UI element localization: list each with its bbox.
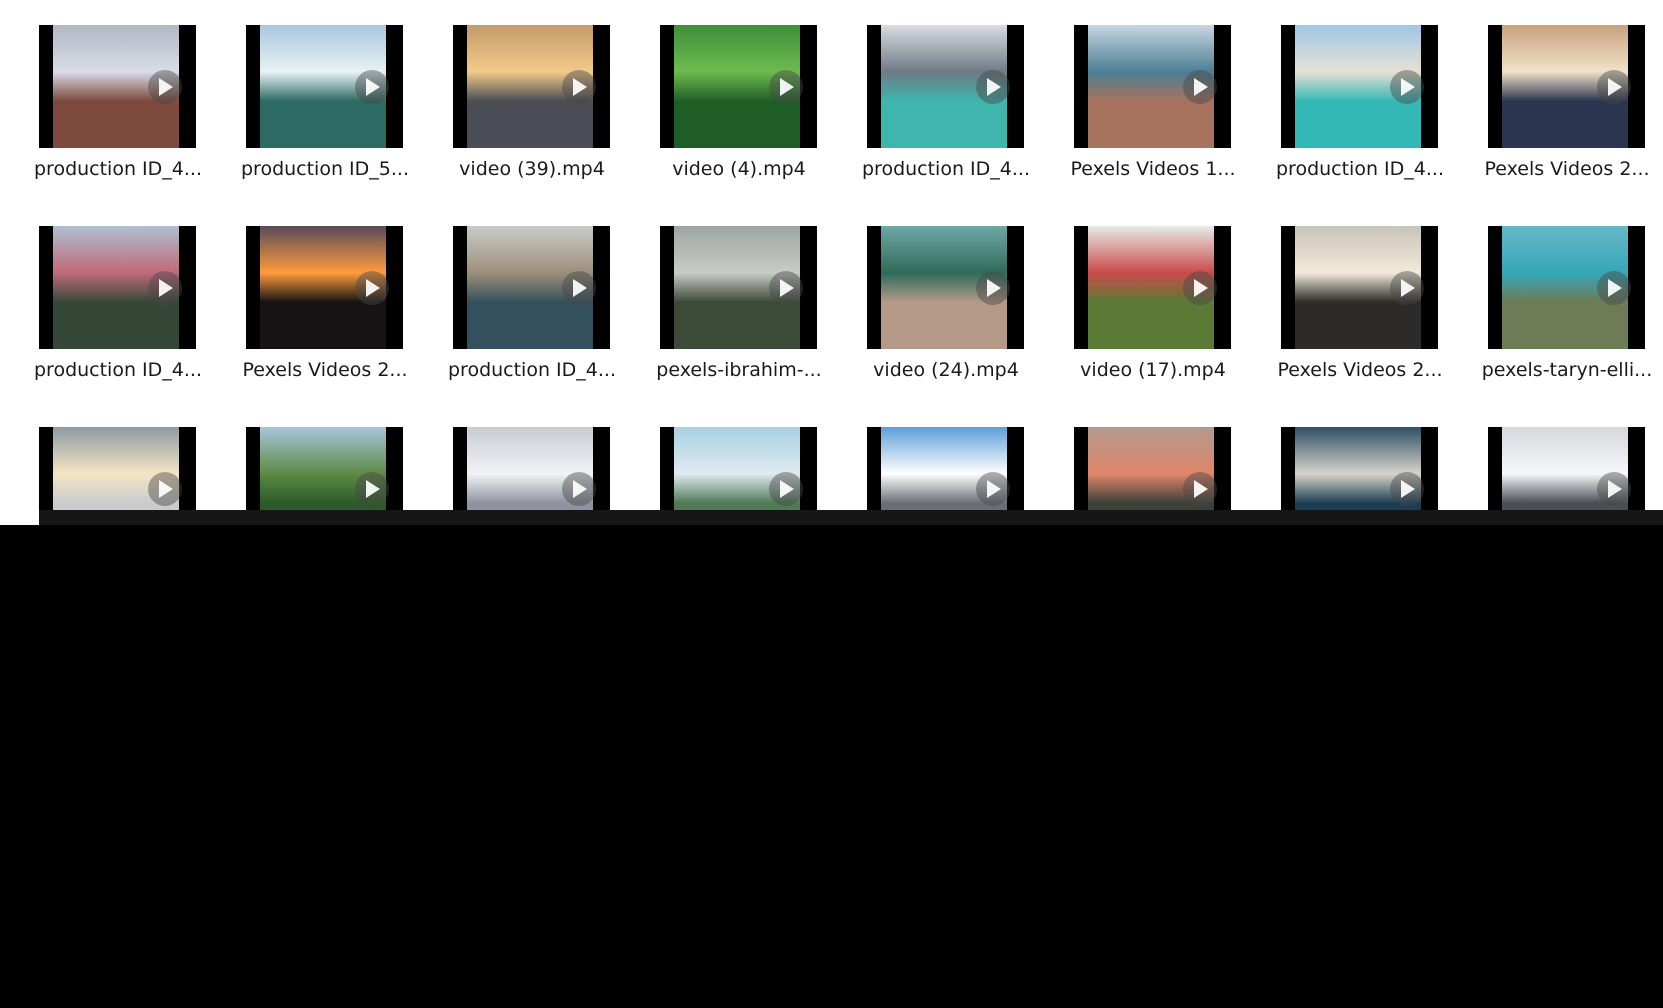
file-name-label: production ID_4... — [447, 359, 616, 381]
thumbnail-grid: production ID_4... production ID_5... vide… — [0, 0, 1663, 525]
video-thumbnail[interactable] — [660, 25, 817, 148]
file-name-label: production ID_5... — [240, 158, 409, 180]
file-tile[interactable] — [207, 402, 414, 525]
file-tile[interactable] — [0, 402, 207, 525]
play-icon — [769, 471, 803, 506]
play-icon — [148, 270, 182, 305]
file-name-label: Pexels Videos 2... — [1277, 359, 1443, 381]
file-tile[interactable] — [1035, 402, 1242, 525]
file-tile[interactable]: video (17).mp4 — [1035, 201, 1242, 391]
play-icon — [769, 270, 803, 305]
file-tile[interactable]: Pexels Videos 1... — [1035, 0, 1242, 190]
file-tile[interactable]: production ID_4... — [1242, 0, 1449, 190]
file-name-label: Pexels Videos 2... — [1484, 158, 1650, 180]
play-icon — [976, 471, 1010, 506]
file-name-label: Pexels Videos 2... — [242, 359, 408, 381]
play-icon — [976, 270, 1010, 305]
file-tile[interactable]: pexels-taryn-elli... — [1449, 201, 1656, 391]
video-thumbnail[interactable] — [39, 25, 196, 148]
file-tile[interactable]: video (39).mp4 — [414, 0, 621, 190]
file-tile[interactable]: production ID_4... — [0, 0, 207, 190]
video-thumbnail[interactable] — [39, 226, 196, 349]
play-icon — [1597, 69, 1631, 104]
play-icon — [1390, 471, 1424, 506]
video-thumbnail[interactable] — [867, 25, 1024, 148]
play-icon — [355, 270, 389, 305]
video-thumbnail[interactable] — [867, 226, 1024, 349]
play-icon — [1390, 69, 1424, 104]
play-icon — [1597, 270, 1631, 305]
play-icon — [976, 69, 1010, 104]
video-thumbnail[interactable] — [453, 25, 610, 148]
video-thumbnail[interactable] — [246, 226, 403, 349]
video-thumbnail[interactable] — [1074, 226, 1231, 349]
play-icon — [1183, 270, 1217, 305]
file-name-label: video (24).mp4 — [873, 359, 1019, 381]
file-tile[interactable] — [1449, 402, 1656, 525]
file-name-label: video (39).mp4 — [459, 158, 605, 180]
file-name-label: production ID_4... — [861, 158, 1030, 180]
video-thumbnail[interactable] — [453, 226, 610, 349]
file-tile[interactable] — [1242, 402, 1449, 525]
file-tile[interactable]: production ID_4... — [414, 201, 621, 391]
file-name-label: production ID_4... — [33, 158, 202, 180]
play-icon — [148, 471, 182, 506]
play-icon — [355, 69, 389, 104]
file-tile[interactable]: video (4).mp4 — [621, 0, 828, 190]
file-tile[interactable]: production ID_4... — [0, 201, 207, 391]
file-tile[interactable]: video (24).mp4 — [828, 201, 1035, 391]
file-name-label: production ID_4... — [1275, 158, 1444, 180]
file-tile[interactable]: pexels-ibrahim-... — [621, 201, 828, 391]
file-name-label: pexels-ibrahim-... — [656, 359, 822, 381]
file-name-label: pexels-taryn-elli... — [1481, 359, 1653, 381]
file-tile[interactable]: production ID_5... — [207, 0, 414, 190]
file-name-label: Pexels Videos 1... — [1070, 158, 1236, 180]
play-icon — [1390, 270, 1424, 305]
file-name-label: video (4).mp4 — [672, 158, 806, 180]
file-name-label: video (17).mp4 — [1080, 359, 1226, 381]
file-name-label: production ID_4... — [33, 359, 202, 381]
video-thumbnail[interactable] — [1488, 226, 1645, 349]
scrollbar-track[interactable] — [39, 510, 1663, 525]
video-thumbnail[interactable] — [1488, 25, 1645, 148]
play-icon — [1183, 471, 1217, 506]
play-icon — [1183, 69, 1217, 104]
file-tile[interactable] — [621, 402, 828, 525]
file-tile[interactable]: Pexels Videos 2... — [1242, 201, 1449, 391]
file-tile[interactable]: Pexels Videos 2... — [207, 201, 414, 391]
play-icon — [562, 270, 596, 305]
file-tile[interactable]: Pexels Videos 2... — [1449, 0, 1656, 190]
video-thumbnail[interactable] — [1281, 226, 1438, 349]
video-thumbnail[interactable] — [1281, 25, 1438, 148]
play-icon — [562, 69, 596, 104]
file-tile[interactable]: production ID_4... — [828, 0, 1035, 190]
file-browser-pane: production ID_4... production ID_5... vide… — [0, 0, 1663, 525]
video-thumbnail[interactable] — [1074, 25, 1231, 148]
play-icon — [148, 69, 182, 104]
play-icon — [769, 69, 803, 104]
video-thumbnail[interactable] — [660, 226, 817, 349]
play-icon — [355, 471, 389, 506]
video-thumbnail[interactable] — [246, 25, 403, 148]
play-icon — [1597, 471, 1631, 506]
blank-area — [0, 525, 1663, 1008]
play-icon — [562, 471, 596, 506]
file-tile[interactable] — [414, 402, 621, 525]
file-tile[interactable] — [828, 402, 1035, 525]
